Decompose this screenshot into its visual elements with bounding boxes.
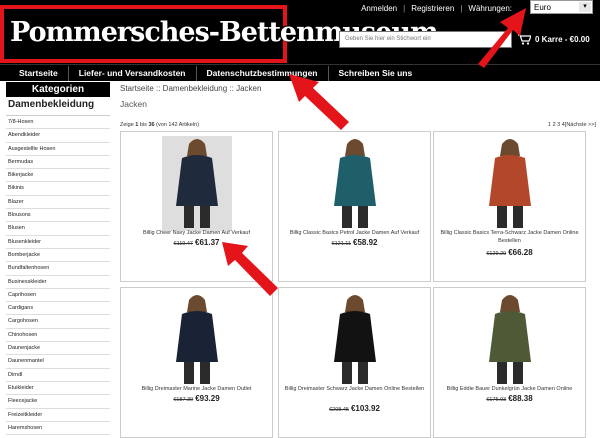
annotation-arrow-nav	[289, 74, 349, 130]
nav-shipping[interactable]: Liefer- und Versandkosten	[69, 65, 197, 81]
sidebar-item[interactable]: Caprihosen	[6, 289, 110, 303]
sidebar-item[interactable]: Bikerjacke	[6, 169, 110, 183]
sidebar-item[interactable]: Freizeitkleider	[6, 409, 110, 422]
sidebar-item[interactable]: Haremshosen	[6, 422, 110, 436]
product-name[interactable]: Billig Eddie Bauer Dunkelgrün Jacke Dame…	[438, 385, 581, 393]
product-card[interactable]: Billig Classic Basics Terra-Schwarz Jack…	[433, 131, 586, 282]
product-card[interactable]: Billig Eddie Bauer Dunkelgrün Jacke Dame…	[433, 287, 586, 438]
result-count: Zeige 1 bis 36 (von 142 Artikeln)	[120, 122, 199, 128]
register-link[interactable]: Registrieren	[411, 4, 454, 13]
product-image[interactable]	[434, 136, 585, 231]
sidebar-item[interactable]: Cardigans	[6, 302, 110, 316]
search-placeholder: Geben Sie hier ein Stichwort ein	[345, 36, 431, 42]
product-price: €208.45 €103.92	[279, 404, 430, 413]
sidebar-item[interactable]: Blusen	[6, 222, 110, 236]
sidebar-item[interactable]: Bikinis	[6, 182, 110, 196]
category-sidebar: Kategorien Damenbekleidung 7/8-Hosen Aben…	[6, 82, 110, 436]
product-name[interactable]: Billig Classic Basics Petrol Jacke Damen…	[283, 229, 426, 237]
sidebar-item[interactable]: Daunenjacke	[6, 342, 110, 356]
sidebar-item[interactable]: Etuikleider	[6, 382, 110, 396]
sidebar-item[interactable]: Bomberjacke	[6, 249, 110, 263]
breadcrumb[interactable]: Startseite :: Damenbekleidung :: Jacken	[120, 82, 596, 93]
old-price: €119.47	[173, 241, 193, 247]
product-name[interactable]: Billig Cheer Navy Jacke Damen Auf Verkau…	[125, 229, 268, 237]
separator: |	[403, 4, 406, 13]
product-price: €175.93 €88.38	[434, 394, 585, 403]
product-name[interactable]: Billig Dreimaster Marine Jacke Damen Out…	[125, 385, 268, 393]
pagination[interactable]: 1 2 3 4[Nächste >>]	[548, 122, 596, 128]
sidebar-item[interactable]: Ausgestellte Hosen	[6, 143, 110, 156]
sidebar-item[interactable]: Blusenkleider	[6, 236, 110, 249]
old-price: €187.39	[173, 397, 194, 403]
currency-select[interactable]: Euro ▾	[530, 0, 593, 14]
sale-price: €103.92	[350, 404, 380, 413]
product-price: €129.29 €66.28	[434, 248, 585, 257]
sidebar-item[interactable]: Blousons	[6, 209, 110, 223]
sale-price: €61.37	[195, 238, 220, 247]
sidebar-item[interactable]: Cargohosen	[6, 315, 110, 329]
sidebar-title: Kategorien	[6, 82, 110, 97]
product-card[interactable]: Billig Classic Basics Petrol Jacke Damen…	[278, 131, 431, 282]
old-price: €121.11	[331, 241, 351, 247]
sidebar-subtitle[interactable]: Damenbekleidung	[6, 97, 110, 116]
sale-price: €93.29	[195, 394, 220, 403]
sidebar-item[interactable]: Blazer	[6, 196, 110, 210]
cart-label: 0 Karre - €0.00	[535, 35, 590, 44]
product-name[interactable]: Billig Dreimaster Schwarz Jacke Damen On…	[283, 385, 426, 393]
sale-price: €58.92	[353, 238, 378, 247]
product-image[interactable]	[121, 292, 272, 387]
currency-value: Euro	[534, 3, 551, 12]
product-image[interactable]	[434, 292, 585, 387]
page-title: Jacken	[120, 99, 147, 109]
product-card[interactable]: Billig Dreimaster Schwarz Jacke Damen On…	[278, 287, 431, 438]
product-price: €187.39 €93.29	[121, 394, 272, 403]
product-card[interactable]: Billig Dreimaster Marine Jacke Damen Out…	[120, 287, 273, 438]
nav-home[interactable]: Startseite	[0, 65, 69, 81]
sidebar-item[interactable]: Chinohosen	[6, 329, 110, 343]
sidebar-item[interactable]: Bundfaltenhosen	[6, 262, 110, 276]
separator: |	[460, 4, 463, 13]
sale-price: €88.38	[508, 394, 533, 403]
product-image[interactable]	[121, 136, 272, 231]
sidebar-item[interactable]: 7/8-Hosen	[6, 116, 110, 130]
annotation-arrow-product	[222, 242, 278, 296]
old-price: €175.93	[486, 397, 507, 403]
sidebar-item[interactable]: Fleecejacke	[6, 395, 110, 409]
sidebar-item[interactable]: Abendkleider	[6, 129, 110, 143]
sale-price: €66.28	[508, 248, 533, 257]
main-content: Startseite :: Damenbekleidung :: Jacken …	[120, 82, 596, 438]
product-name[interactable]: Billig Classic Basics Terra-Schwarz Jack…	[438, 229, 581, 245]
old-price: €208.45	[329, 407, 349, 413]
sidebar-item[interactable]: Dirndl	[6, 369, 110, 382]
annotation-arrow-currency	[478, 8, 526, 68]
product-price: €121.11 €58.92	[279, 238, 430, 247]
login-link[interactable]: Anmelden	[361, 4, 397, 13]
sidebar-item[interactable]: Businesskleider	[6, 276, 110, 289]
logo-highlight-box: Pommersches-Bettenmuseum	[0, 5, 439, 63]
chevron-down-icon: ▾	[579, 2, 591, 12]
product-image[interactable]	[279, 292, 430, 387]
product-image[interactable]	[279, 136, 430, 231]
sidebar-item[interactable]: Daunenmantel	[6, 355, 110, 369]
sidebar-item[interactable]: Bermudas	[6, 156, 110, 170]
old-price: €129.29	[486, 251, 507, 257]
